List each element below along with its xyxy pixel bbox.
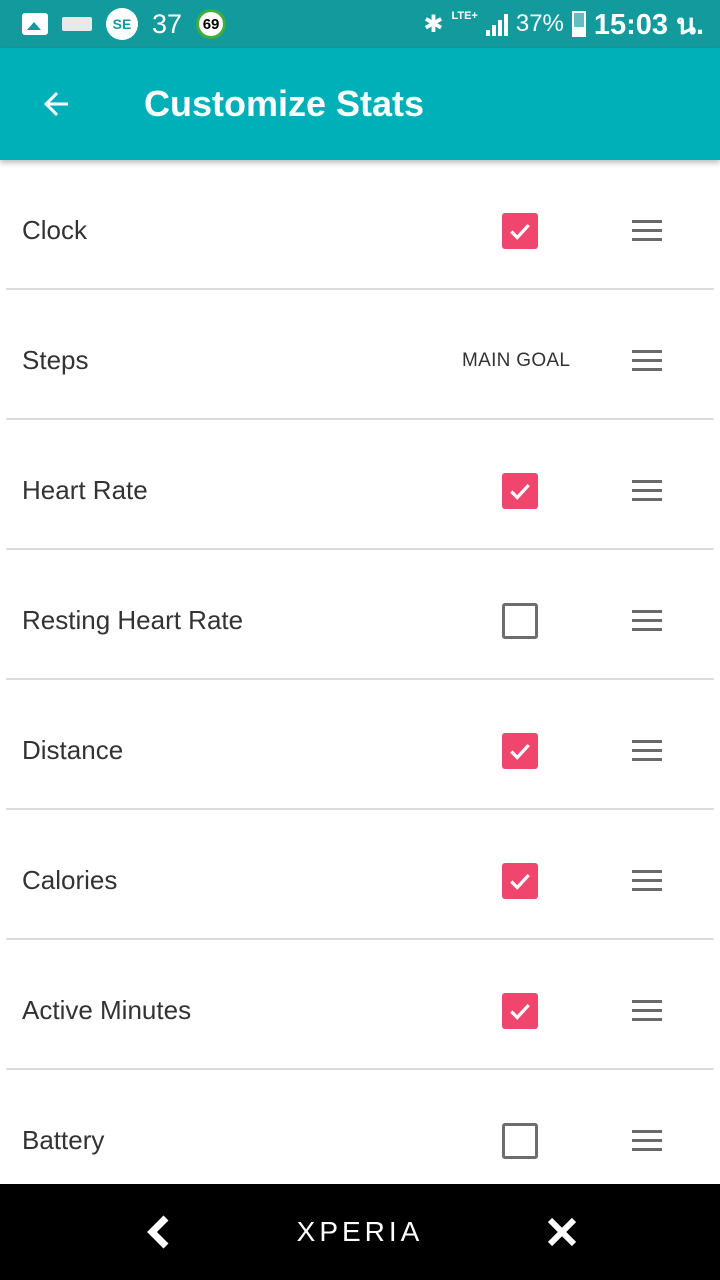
navigation-bar: XPERIA	[0, 1184, 720, 1280]
page-title: Customize Stats	[144, 83, 425, 124]
stat-row[interactable]: Heart Rate	[6, 420, 714, 550]
stat-row[interactable]: Distance	[6, 680, 714, 810]
drag-handle-icon[interactable]	[630, 734, 666, 770]
battery-percent: 37%	[515, 10, 564, 37]
stat-row[interactable]: Active Minutes	[6, 940, 714, 1070]
stat-label: Resting Heart Rate	[22, 605, 244, 635]
stat-label: Clock	[22, 215, 88, 245]
battery-icon	[571, 11, 586, 37]
drag-handle-icon[interactable]	[630, 344, 666, 380]
drag-handle-icon[interactable]	[630, 864, 666, 900]
stat-label: Distance	[22, 735, 124, 765]
nav-back-button[interactable]	[140, 1212, 180, 1252]
stat-row[interactable]: Steps MAIN GOAL	[6, 290, 714, 420]
arrow-left-icon	[44, 92, 68, 116]
nav-home-button[interactable]: XPERIA	[297, 1216, 424, 1248]
checkmark-icon	[510, 873, 530, 890]
checkmark-icon	[510, 1003, 530, 1020]
nav-back-icon	[147, 1215, 169, 1249]
network-label: LTE+	[451, 10, 478, 22]
checkmark-icon	[510, 223, 530, 240]
stat-row[interactable]: Clock	[6, 160, 714, 290]
stat-checkbox[interactable]	[502, 733, 538, 769]
stat-label: Calories	[22, 865, 118, 895]
stat-checkbox[interactable]	[502, 213, 538, 249]
nav-recent-button[interactable]	[542, 1212, 582, 1252]
status-bar-left: SE 37 69	[0, 8, 227, 40]
stat-label: Active Minutes	[22, 995, 192, 1025]
drag-handle-icon[interactable]	[630, 214, 666, 250]
stat-checkbox[interactable]	[502, 1123, 538, 1159]
stat-checkbox[interactable]	[502, 863, 538, 899]
back-button[interactable]	[16, 48, 96, 160]
stat-checkbox[interactable]	[502, 473, 538, 509]
clock-time: 15:03 น.	[593, 9, 704, 41]
nav-recent-icon	[547, 1217, 577, 1247]
stat-row[interactable]: Calories	[6, 810, 714, 940]
drag-handle-icon[interactable]	[630, 604, 666, 640]
drag-handle-icon[interactable]	[630, 474, 666, 510]
drag-handle-icon[interactable]	[630, 994, 666, 1030]
image-icon	[22, 13, 48, 35]
notification-count: 37	[152, 8, 183, 39]
app-bar: Customize Stats	[0, 48, 720, 160]
stat-row[interactable]: Battery	[6, 1070, 714, 1200]
stat-label: Battery	[22, 1125, 105, 1155]
checkmark-icon	[510, 483, 530, 500]
stats-list: Clock Steps MAIN GOAL Heart Rate Resting Hea…	[0, 160, 720, 1200]
stat-label: Steps	[22, 345, 89, 375]
badge-icon: 69	[196, 9, 227, 39]
stat-row[interactable]: Resting Heart Rate	[6, 550, 714, 680]
bluetooth-icon: ✱	[423, 10, 444, 38]
stat-checkbox[interactable]	[502, 603, 538, 639]
card-icon	[62, 17, 92, 31]
status-bar: SE 37 69 ✱ LTE+ 37% 15:03 น.	[0, 0, 720, 48]
checkmark-icon	[510, 743, 530, 760]
stat-label: Heart Rate	[22, 475, 148, 505]
stat-checkbox[interactable]	[502, 993, 538, 1029]
main-goal-label: MAIN GOAL	[462, 350, 571, 371]
status-bar-right: ✱ LTE+ 37% 15:03 น.	[423, 1, 720, 47]
se-icon: SE	[106, 8, 138, 40]
drag-handle-icon[interactable]	[630, 1124, 666, 1160]
signal-icon	[485, 12, 508, 36]
